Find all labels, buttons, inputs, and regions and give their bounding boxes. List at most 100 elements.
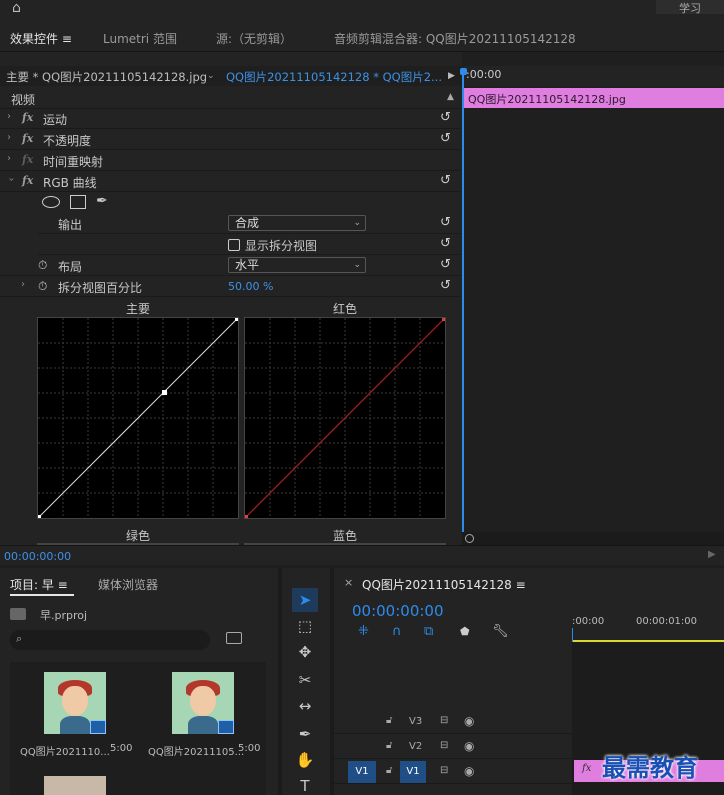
playhead-handle[interactable]: [460, 68, 467, 75]
track-select-tool-icon[interactable]: ⬚: [292, 614, 318, 638]
ripple-edit-tool-icon[interactable]: ✥: [292, 640, 318, 664]
sync-lock-icon[interactable]: ⊟: [440, 740, 448, 751]
sync-lock-icon[interactable]: ⊟: [440, 765, 448, 776]
pen-tool-icon[interactable]: ✒: [292, 722, 318, 746]
project-panel: 项目: 早 ≡ 媒体浏览器 早.prproj ⌕ QQ图片2021110... …: [0, 568, 278, 795]
home-icon[interactable]: ⌂: [12, 0, 21, 16]
source-patch-v1[interactable]: V1: [348, 761, 376, 783]
ellipse-mask-icon[interactable]: [42, 196, 60, 208]
project-item-thumbnail[interactable]: [44, 776, 106, 795]
reset-icon[interactable]: ↺: [440, 215, 451, 230]
tab-effect-controls[interactable]: 效果控件 ≡: [10, 30, 72, 54]
status-timecode[interactable]: 00:00:00:00: [4, 550, 71, 563]
sequence-timecode[interactable]: 00:00:00:00: [352, 602, 444, 620]
slip-tool-icon[interactable]: ↔: [292, 694, 318, 718]
ruler-timecode: :00:00: [466, 68, 502, 81]
chevron-right-icon[interactable]: ›: [7, 132, 11, 143]
stopwatch-icon[interactable]: ⏱: [38, 258, 47, 273]
chevron-right-icon[interactable]: ›: [21, 279, 25, 290]
red-curve-title: 红色: [332, 302, 357, 316]
clip-instance-label[interactable]: QQ图片20211105142128 * QQ图片2...: [226, 69, 442, 85]
effect-timeline: :00:00 QQ图片20211105142128.jpg: [460, 52, 724, 546]
split-percent-value[interactable]: 50.00 %: [228, 280, 273, 293]
add-marker-icon[interactable]: ⬟: [460, 625, 470, 638]
stopwatch-icon[interactable]: ⏱: [38, 279, 47, 294]
hand-tool-icon[interactable]: ✋: [292, 748, 318, 772]
play-icon[interactable]: ▶: [448, 71, 455, 81]
search-icon: ⌕: [16, 632, 23, 645]
selection-tool-icon[interactable]: ➤: [292, 588, 318, 612]
output-row: 输出 合成 ⌄ ↺: [38, 213, 460, 234]
effect-row-rgb-curves[interactable]: › fx RGB 曲线 ↺: [0, 171, 460, 192]
collapse-up-icon[interactable]: ▲: [447, 92, 454, 102]
reset-icon[interactable]: ↺: [440, 131, 451, 146]
track-target-v1[interactable]: V1: [400, 761, 426, 783]
effect-row-motion[interactable]: › fx 运动 ↺: [0, 108, 460, 129]
playhead-line[interactable]: [462, 70, 464, 540]
snap-icon[interactable]: ∩: [392, 624, 402, 639]
sync-lock-icon[interactable]: ⊟: [440, 715, 448, 726]
sequence-tab[interactable]: QQ图片20211105142128 ≡: [362, 576, 526, 593]
wrench-icon[interactable]: 🔧︎: [492, 624, 509, 639]
reset-icon[interactable]: ↺: [440, 278, 451, 293]
tab-lumetri-scopes[interactable]: Lumetri 范围: [103, 30, 177, 47]
master-clip-label[interactable]: 主要 * QQ图片20211105142128.jpg: [6, 69, 207, 85]
chevron-down-icon[interactable]: ⌄: [207, 71, 215, 81]
layout-dropdown[interactable]: 水平 ⌄: [228, 257, 366, 273]
new-bin-icon[interactable]: [226, 632, 242, 644]
timeline-scrollbar[interactable]: [462, 532, 724, 546]
effect-status-bar: 00:00:00:00 ▶: [0, 545, 724, 565]
sequence-ruler[interactable]: :00:00 00:00:01:00: [572, 608, 724, 642]
effect-row-opacity[interactable]: › fx 不透明度 ↺: [0, 129, 460, 150]
reset-icon[interactable]: ↺: [440, 173, 451, 188]
top-bar: ⌂ 学习: [0, 0, 724, 24]
clip-selector-bar: 主要 * QQ图片20211105142128.jpg ⌄ QQ图片202111…: [0, 66, 462, 86]
learn-tab[interactable]: 学习: [656, 0, 724, 15]
razor-tool-icon[interactable]: ✂: [292, 668, 318, 692]
reset-icon[interactable]: ↺: [440, 257, 451, 272]
green-curve-title: 绿色: [125, 529, 150, 543]
project-item-name: QQ图片20211105...: [148, 747, 245, 758]
scroll-handle[interactable]: [465, 534, 474, 543]
close-icon[interactable]: ×: [344, 576, 353, 589]
reset-icon[interactable]: ↺: [440, 236, 451, 251]
tab-source[interactable]: 源:（无剪辑）: [216, 30, 292, 47]
linked-selection-icon[interactable]: ⧉: [424, 624, 433, 639]
reset-icon[interactable]: ↺: [440, 110, 451, 125]
nest-toggle-icon[interactable]: ⁜: [358, 624, 369, 639]
red-curve-graph[interactable]: [244, 317, 446, 519]
fx-icon[interactable]: fx: [22, 111, 33, 124]
lock-icon[interactable]: 🔓︎: [386, 740, 392, 751]
eye-icon[interactable]: ◉: [464, 714, 474, 728]
project-item-thumbnail[interactable]: [44, 672, 106, 734]
split-view-checkbox[interactable]: [228, 239, 240, 251]
tab-project[interactable]: 项目: 早 ≡: [10, 576, 68, 593]
pen-mask-icon[interactable]: ✒: [96, 193, 108, 209]
type-tool-icon[interactable]: T: [292, 774, 318, 795]
tab-media-browser[interactable]: 媒体浏览器: [98, 576, 158, 593]
eye-icon[interactable]: ◉: [464, 764, 474, 778]
project-search-input[interactable]: ⌕: [10, 630, 210, 650]
effect-row-time-remap[interactable]: › fx 时间重映射: [0, 150, 460, 171]
project-item-name: QQ图片2021110...: [20, 747, 110, 758]
lock-icon[interactable]: 🔓︎: [386, 765, 392, 776]
chevron-right-icon[interactable]: ›: [7, 111, 11, 122]
output-dropdown[interactable]: 合成 ⌄: [228, 215, 366, 231]
fx-icon[interactable]: fx: [22, 132, 33, 145]
watermark-logo: 最需教育: [602, 754, 698, 782]
rectangle-mask-icon[interactable]: [70, 195, 86, 209]
track-header-v3: 🔓︎ V3 ⊟ ◉: [334, 710, 572, 734]
track-label[interactable]: V2: [409, 741, 422, 752]
chevron-right-icon[interactable]: ›: [7, 153, 11, 164]
lock-icon[interactable]: 🔓︎: [386, 715, 392, 726]
clip-bar[interactable]: QQ图片20211105142128.jpg: [464, 88, 724, 108]
master-curve-graph[interactable]: [37, 317, 239, 519]
tab-audio-clip-mixer[interactable]: 音频剪辑混合器: QQ图片20211105142128: [334, 30, 576, 47]
eye-icon[interactable]: ◉: [464, 739, 474, 753]
play-audio-icon[interactable]: ▶: [708, 549, 716, 560]
layout-row: ⏱ 布局 水平 ⌄ ↺: [0, 255, 460, 276]
project-item-thumbnail[interactable]: [172, 672, 234, 734]
chevron-down-icon[interactable]: ›: [6, 178, 17, 182]
fx-icon[interactable]: fx: [22, 174, 33, 187]
track-label[interactable]: V3: [409, 716, 422, 727]
